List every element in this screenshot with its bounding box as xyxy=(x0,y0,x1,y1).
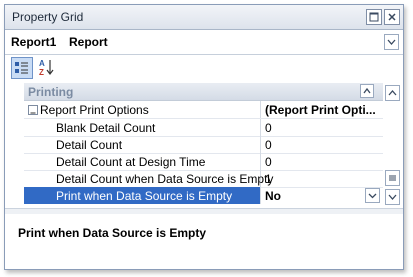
property-row-print-when-empty[interactable]: Print when Data Source is Empty No xyxy=(24,187,383,204)
grip-icon xyxy=(389,175,396,181)
vertical-scrollbar[interactable] xyxy=(384,83,400,206)
property-label: Blank Detail Count xyxy=(56,121,156,135)
object-selector-dropdown[interactable] xyxy=(384,34,399,50)
category-header-printing[interactable]: Printing xyxy=(24,83,383,101)
property-label-cell: Detail Count xyxy=(24,136,261,153)
property-value[interactable]: 0 xyxy=(265,121,379,135)
property-value-editor[interactable]: No xyxy=(265,189,355,203)
property-value[interactable]: (Report Print Opti... xyxy=(265,103,379,117)
object-selector[interactable]: Report1 Report xyxy=(5,30,403,55)
property-label: Print when Data Source is Empty xyxy=(56,189,233,203)
property-grid-window: Property Grid Report1 Report A Z Printin… xyxy=(4,4,404,270)
close-icon xyxy=(388,13,396,21)
property-row-detail-count-empty-source[interactable]: Detail Count when Data Source is Empty 1 xyxy=(24,170,383,188)
property-value[interactable]: 0 xyxy=(265,155,379,169)
value-dropdown-button[interactable] xyxy=(365,188,380,203)
chevron-down-icon xyxy=(387,39,396,45)
chevron-up-icon xyxy=(363,87,371,94)
scroll-up-button[interactable] xyxy=(385,85,400,101)
title-bar[interactable]: Property Grid xyxy=(5,5,403,30)
minus-icon xyxy=(30,112,36,114)
description-title: Print when Data Source is Empty xyxy=(18,226,207,240)
category-title: Printing xyxy=(28,85,74,99)
maximize-button[interactable] xyxy=(366,9,382,25)
property-label-cell: Detail Count when Data Source is Empty xyxy=(24,170,273,187)
window-title: Property Grid xyxy=(12,10,84,24)
property-label-cell: Print when Data Source is Empty xyxy=(24,187,261,204)
property-grid: Printing Report Print Options (Report Pr… xyxy=(6,81,401,207)
grid-gutter xyxy=(6,81,24,207)
property-row-report-print-options[interactable]: Report Print Options (Report Print Opti.… xyxy=(24,101,383,119)
property-value[interactable]: 0 xyxy=(265,138,379,152)
svg-text:A: A xyxy=(39,59,45,68)
property-label-cell: Detail Count at Design Time xyxy=(24,153,261,170)
categorized-icon xyxy=(15,62,28,74)
maximize-icon xyxy=(369,12,379,22)
property-row-detail-count[interactable]: Detail Count 0 xyxy=(24,136,383,154)
collapse-category-button[interactable] xyxy=(360,84,374,98)
alphabetical-button[interactable]: A Z xyxy=(36,57,56,77)
property-label-cell: Blank Detail Count xyxy=(24,119,261,136)
chevron-down-icon xyxy=(368,193,377,199)
close-button[interactable] xyxy=(384,9,400,25)
property-row-blank-detail-count[interactable]: Blank Detail Count 0 xyxy=(24,119,383,137)
property-label: Detail Count when Data Source is Empty xyxy=(56,172,274,186)
object-name: Report1 xyxy=(11,35,57,49)
toolbar: A Z xyxy=(5,55,403,80)
scroll-thumb[interactable] xyxy=(385,170,400,186)
property-label: Report Print Options xyxy=(40,103,149,117)
scroll-down-button[interactable] xyxy=(385,189,400,205)
property-label: Detail Count at Design Time xyxy=(56,155,206,169)
svg-text:Z: Z xyxy=(39,68,44,77)
object-type: Report xyxy=(69,35,108,49)
property-row-detail-count-design-time[interactable]: Detail Count at Design Time 0 xyxy=(24,153,383,171)
property-label: Detail Count xyxy=(56,138,123,152)
collapse-icon[interactable] xyxy=(28,105,38,115)
property-label-cell: Report Print Options xyxy=(24,101,261,118)
scroll-up-icon xyxy=(388,90,397,96)
categorized-button[interactable] xyxy=(11,57,33,79)
description-panel: Print when Data Source is Empty xyxy=(5,214,403,269)
sort-az-icon: A Z xyxy=(39,59,54,77)
property-value[interactable]: 1 xyxy=(265,172,379,186)
scroll-down-icon xyxy=(388,194,397,200)
